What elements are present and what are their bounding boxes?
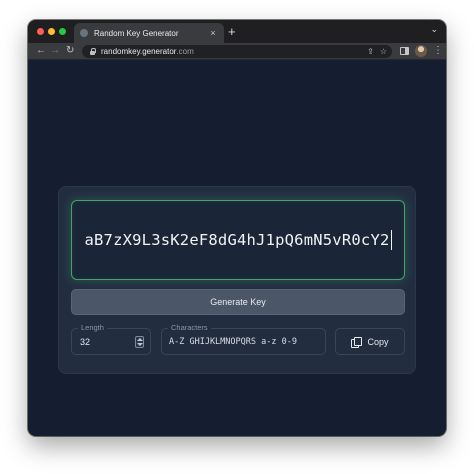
kebab-menu-icon[interactable]: ⋮ [433, 44, 443, 58]
tab-title: Random Key Generator [94, 28, 179, 38]
length-input[interactable]: 32 [80, 337, 90, 347]
reload-icon[interactable]: ↻ [66, 44, 74, 58]
copy-button[interactable]: Copy [335, 328, 405, 355]
address-bar[interactable]: randomkey.generator .com ⇪ ☆ [82, 45, 392, 58]
browser-window: Random Key Generator × + ⌄ ← → ↻ randomk… [28, 20, 446, 436]
copy-button-label: Copy [367, 336, 389, 347]
star-icon[interactable]: ☆ [380, 45, 387, 58]
browser-toolbar: ← → ↻ randomkey.generator .com ⇪ ☆ ⋮ [28, 43, 446, 60]
length-field[interactable]: Length 32 [71, 323, 151, 355]
page-content: aB7zX9L3sK2eF8dG4hJ1pQ6mN5vR0cY2 Generat… [28, 61, 446, 436]
length-label: Length [78, 323, 107, 332]
length-stepper[interactable] [135, 336, 144, 348]
share-icon[interactable]: ⇪ [367, 45, 374, 58]
characters-field[interactable]: Characters A-Z GHIJKLMNOPQRS a-z 0-9 [161, 323, 326, 355]
favicon-icon [80, 29, 88, 37]
stepper-up-icon[interactable] [137, 338, 143, 341]
url-host: randomkey.generator [101, 47, 177, 56]
generator-card: aB7zX9L3sK2eF8dG4hJ1pQ6mN5vR0cY2 Generat… [58, 186, 416, 374]
tab-close-icon[interactable]: × [208, 28, 218, 38]
copy-icon [351, 336, 363, 348]
browser-tab[interactable]: Random Key Generator × [74, 23, 224, 43]
minimize-window-button[interactable] [48, 28, 55, 35]
lock-icon[interactable] [89, 48, 96, 55]
characters-input[interactable]: A-Z GHIJKLMNOPQRS a-z 0-9 [169, 337, 297, 347]
generate-key-button[interactable]: Generate Key [71, 289, 405, 315]
text-caret [390, 230, 392, 250]
back-icon[interactable]: ← [36, 44, 46, 58]
maximize-window-button[interactable] [59, 28, 66, 35]
url-tld: .com [176, 47, 194, 56]
side-panel-icon[interactable] [400, 47, 409, 55]
title-bar: Random Key Generator × + ⌄ [28, 20, 446, 43]
stepper-down-icon[interactable] [137, 343, 143, 346]
generated-key-display[interactable]: aB7zX9L3sK2eF8dG4hJ1pQ6mN5vR0cY2 [71, 200, 405, 280]
characters-label: Characters [168, 323, 211, 332]
forward-icon[interactable]: → [50, 44, 60, 58]
generated-key[interactable]: aB7zX9L3sK2eF8dG4hJ1pQ6mN5vR0cY2 [84, 231, 389, 249]
close-window-button[interactable] [37, 28, 44, 35]
new-tab-button[interactable]: + [228, 23, 236, 41]
avatar[interactable] [415, 45, 427, 57]
tab-search-icon[interactable]: ⌄ [430, 24, 438, 35]
